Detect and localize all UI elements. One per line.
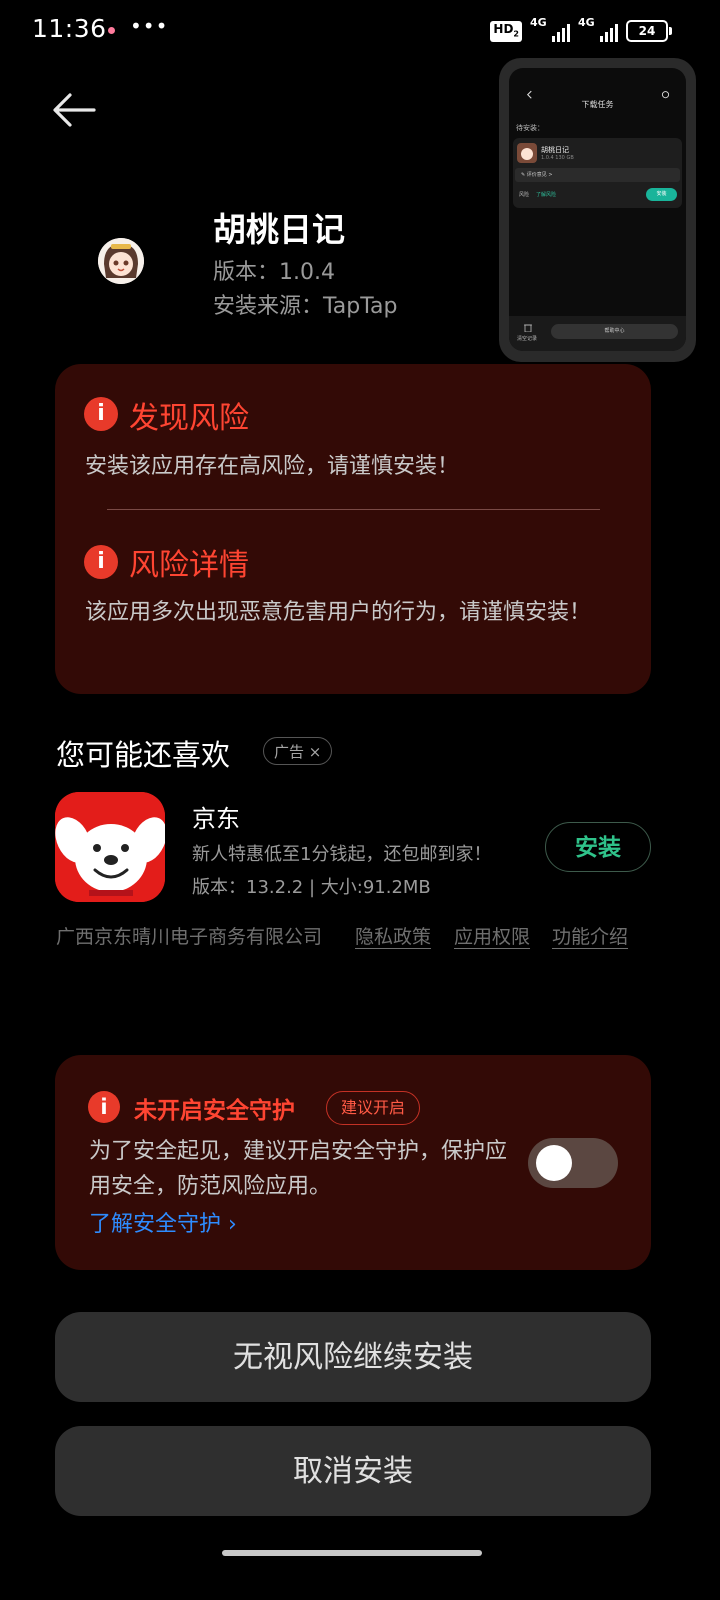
preview-trash-icon (524, 324, 532, 332)
install-button[interactable]: 安装 (545, 822, 651, 872)
notification-dot (108, 27, 115, 34)
preview-install-button: 安装 (646, 188, 677, 201)
security-guard-toggle[interactable] (528, 1138, 618, 1188)
app-permissions-link[interactable]: 应用权限 (454, 922, 530, 949)
preview-subtitle: 待安装： (516, 124, 544, 132)
signal-icon: 4G (530, 16, 570, 42)
status-time: 11:36 (32, 14, 107, 43)
warning-icon: i (84, 397, 118, 431)
warning-icon: i (88, 1091, 120, 1123)
recommend-title: 您可能还喜欢 (56, 738, 231, 772)
recommended-app-name[interactable]: 京东 (192, 799, 240, 834)
risk-detail-description: 该应用多次出现恶意危害用户的行为，请谨慎安装！ (85, 600, 592, 625)
preview-app-name: 胡桃日记 (541, 146, 569, 154)
risk-detail-title: 风险详情 (129, 548, 249, 583)
security-description: 为了安全起见，建议开启安全守护，保护应用安全，防范风险应用。 (89, 1139, 508, 1199)
source-app-preview[interactable]: 下载任务 待安装： 胡桃日记 1.0.4 130 GB ✎ 评价意见 > 风险 … (499, 58, 696, 362)
toggle-knob (536, 1145, 572, 1181)
preview-clear: 清空记录 (517, 336, 538, 342)
hd-voice-icon: HD2 (490, 20, 522, 42)
feature-intro-link[interactable]: 功能介绍 (552, 922, 628, 949)
learn-security-guard-link[interactable]: 了解安全守护 › (89, 1206, 237, 1238)
suggest-enable-tag: 建议开启 (326, 1091, 421, 1125)
preview-help-center: 帮助中心 (551, 324, 678, 339)
jd-app-icon[interactable] (55, 792, 165, 902)
divider (107, 509, 600, 510)
app-version: 版本：1.0.4 (213, 260, 335, 285)
risk-description: 安装该应用存在高风险，请谨慎安装！ (85, 454, 460, 479)
ad-close-tag[interactable]: 广告 × (263, 737, 333, 765)
security-title: 未开启安全守护 (134, 1098, 295, 1124)
preview-app-meta: 1.0.4 130 GB (541, 155, 574, 161)
recommended-app-description: 新人特惠低至1分钱起，还包邮到家！ (192, 844, 492, 865)
install-source: 安装来源：TapTap (213, 294, 398, 319)
signal-icon: 4G (578, 16, 618, 42)
cancel-install-button[interactable]: 取消安装 (55, 1426, 651, 1516)
preview-risk-label: 风险 (519, 192, 530, 198)
ignore-risk-install-button[interactable]: 无视风险继续安装 (55, 1312, 651, 1402)
developer-name: 广西京东晴川电子商务有限公司 (56, 926, 323, 948)
preview-screen: 下载任务 待安装： 胡桃日记 1.0.4 130 GB ✎ 评价意见 > 风险 … (509, 68, 686, 351)
preview-title: 下载任务 (581, 100, 614, 109)
app-icon (98, 238, 144, 284)
back-arrow-icon[interactable] (52, 92, 96, 128)
recommended-app-meta: 版本：13.2.2 | 大小:91.2MB (192, 877, 431, 898)
preview-app-icon (517, 143, 537, 163)
preview-risk-link: 了解风险 (536, 192, 557, 198)
home-indicator[interactable] (222, 1550, 482, 1556)
battery-icon: 24 (626, 20, 672, 42)
preview-feedback: ✎ 评价意见 > (515, 168, 680, 182)
warning-icon: i (84, 545, 118, 579)
more-notifications-icon: ••• (130, 14, 169, 38)
app-name: 胡桃日记 (213, 210, 345, 249)
risk-title: 发现风险 (129, 401, 249, 436)
privacy-policy-link[interactable]: 隐私政策 (355, 922, 431, 949)
status-icons: HD2 4G 4G 24 (490, 16, 672, 42)
